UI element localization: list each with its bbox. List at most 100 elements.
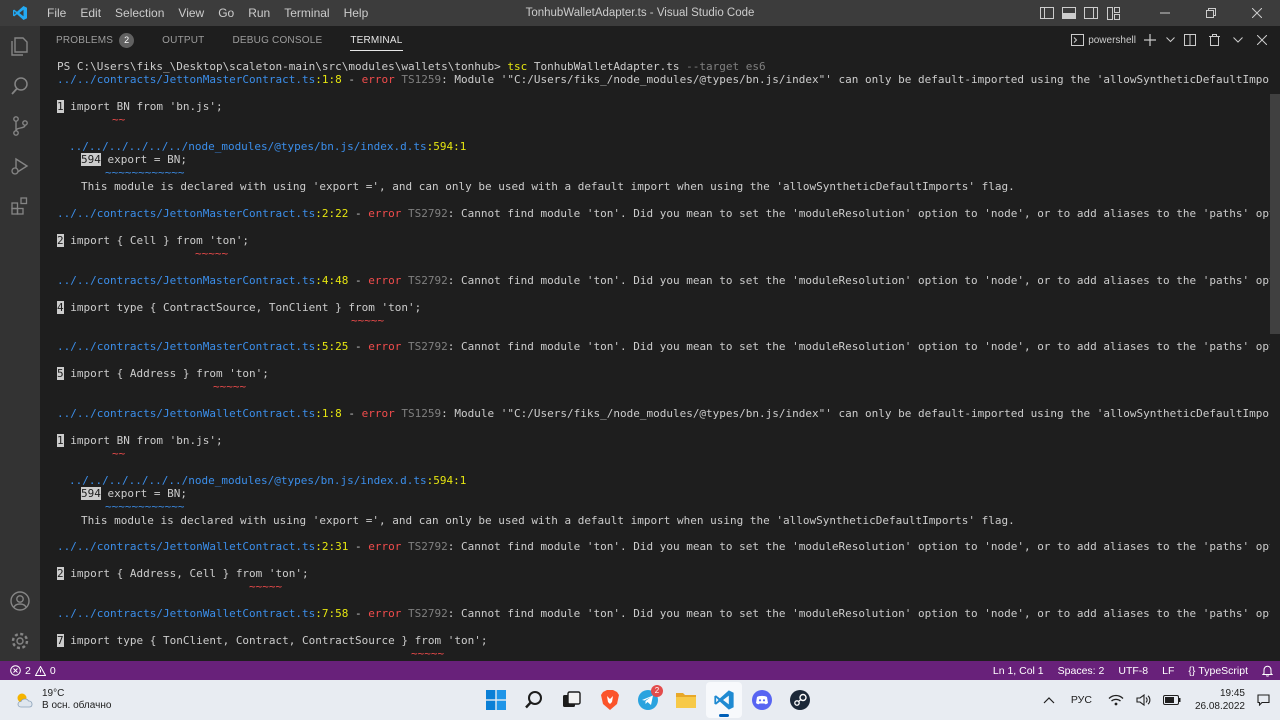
menu-terminal[interactable]: Terminal [277,0,336,26]
reference-squiggle: ~~~~~~~~~~~~ [105,500,185,513]
error-message: : Cannot find module 'ton'. Did you mean… [447,207,1270,220]
menu-file[interactable]: File [40,0,73,26]
terminal-shell-selector[interactable]: powershell [1071,29,1136,51]
toggle-secondary-sidebar-icon[interactable] [1080,0,1102,26]
source-code: import type { ContractSource, TonClient … [70,301,422,314]
language-mode[interactable]: {} TypeScript [1181,661,1255,680]
split-terminal-icon[interactable] [1180,29,1200,51]
toggle-panel-icon[interactable] [1058,0,1080,26]
clock-date: 26.08.2022 [1194,701,1245,712]
accounts-icon[interactable] [0,581,40,621]
menu-selection[interactable]: Selection [108,0,171,26]
note-line: This module is declared with using 'expo… [81,180,1015,193]
tray-overflow-chevron-icon[interactable] [1037,680,1061,720]
vscode-logo-icon[interactable] [0,0,40,26]
separator: - [341,407,362,420]
error-file-link[interactable]: ../../contracts/JettonWalletContract.ts [57,407,315,420]
tab-terminal-label: TERMINAL [350,34,403,46]
menu-view[interactable]: View [171,0,211,26]
notification-center-icon[interactable] [1253,680,1280,720]
reference-file-link[interactable]: ../../../../../../node_modules/@types/bn… [69,140,427,153]
terminal-prompt-line: PS C:\Users\fiks_\Desktop\scaleton-main\… [57,60,766,73]
run-debug-icon[interactable] [0,146,40,186]
manage-gear-icon[interactable] [0,621,40,661]
telegram-icon[interactable]: 2 [630,682,666,718]
terminal-scrollbar[interactable] [1270,94,1280,334]
menu-edit[interactable]: Edit [73,0,108,26]
menu-go[interactable]: Go [211,0,241,26]
battery-icon[interactable] [1157,680,1187,720]
reference-file-link[interactable]: ../../../../../../node_modules/@types/bn… [69,474,427,487]
error-code: TS2792 [408,607,448,620]
clock[interactable]: 19:45 26.08.2022 [1187,687,1253,713]
volume-icon[interactable] [1130,680,1157,720]
error-file-link[interactable]: ../../contracts/JettonMasterContract.ts [57,207,315,220]
error-file-link[interactable]: ../../contracts/JettonWalletContract.ts [57,607,315,620]
explorer-icon[interactable] [0,26,40,66]
temperature: 19°C [42,688,65,699]
brave-browser-icon[interactable] [592,682,628,718]
weather-widget[interactable]: 19°C В осн. облачно [14,680,111,720]
close-panel-icon[interactable] [1252,29,1272,51]
problems-status[interactable]: 2 0 [0,661,56,680]
vscode-taskbar-icon[interactable] [706,682,742,718]
task-view-icon[interactable] [554,682,590,718]
error-location: :2:22 [315,207,349,220]
tab-problems[interactable]: PROBLEMS 2 [40,26,146,54]
line-number: 2 [57,234,64,247]
terminal-output[interactable]: PS C:\Users\fiks_\Desktop\scaleton-main\… [40,54,1270,661]
file-explorer-icon[interactable] [668,682,704,718]
source-control-icon[interactable] [0,106,40,146]
reference-line: ../../../../../../node_modules/@types/bn… [69,140,466,153]
restore-icon[interactable] [1188,0,1234,26]
end-of-line[interactable]: LF [1155,661,1181,680]
cursor-position[interactable]: Ln 1, Col 1 [986,661,1051,680]
indentation[interactable]: Spaces: 2 [1051,661,1112,680]
menu-bar: File Edit Selection View Go Run Terminal… [40,0,375,26]
error-line: ../../contracts/JettonMasterContract.ts:… [57,340,1270,353]
error-line: ../../contracts/JettonMasterContract.ts:… [57,274,1270,287]
line-number: 1 [57,100,64,113]
tab-terminal[interactable]: TERMINAL [334,26,414,54]
steam-icon[interactable] [782,682,818,718]
kill-terminal-trash-icon[interactable] [1204,29,1224,51]
encoding[interactable]: UTF-8 [1111,661,1155,680]
command-args: --target es6 [686,60,766,73]
separator: - [348,207,369,220]
error-file-link[interactable]: ../../contracts/JettonWalletContract.ts [57,540,315,553]
error-label: error [368,274,402,287]
tab-debug-console-label: DEBUG CONSOLE [232,34,323,46]
reference-source-line: 594 export = BN; [81,487,187,500]
new-terminal-plus-icon[interactable] [1140,29,1160,51]
discord-icon[interactable] [744,682,780,718]
toggle-sidebar-icon[interactable] [1036,0,1058,26]
separator: - [341,73,362,86]
input-language[interactable]: РУС [1061,680,1102,720]
maximize-panel-chevron-icon[interactable] [1228,29,1248,51]
source-code: import { Cell } from 'ton'; [70,234,250,247]
extensions-icon[interactable] [0,186,40,226]
system-tray: РУС 19:45 26.08.2022 [1037,680,1280,720]
error-file-link[interactable]: ../../contracts/JettonMasterContract.ts [57,274,315,287]
activity-bar [0,26,40,661]
notifications-bell-icon[interactable] [1255,661,1280,680]
wifi-icon[interactable] [1102,680,1130,720]
search-icon[interactable] [516,682,552,718]
customize-layout-icon[interactable] [1102,0,1124,26]
search-icon[interactable] [0,66,40,106]
menu-help[interactable]: Help [337,0,376,26]
error-file-link[interactable]: ../../contracts/JettonMasterContract.ts [57,73,315,86]
panel-actions: powershell [1071,26,1272,54]
error-file-link[interactable]: ../../contracts/JettonMasterContract.ts [57,340,315,353]
minimize-icon[interactable] [1142,0,1188,26]
menu-run[interactable]: Run [241,0,277,26]
error-label: error [368,607,402,620]
tab-output[interactable]: OUTPUT [146,26,216,54]
error-message: : Cannot find module 'ton'. Did you mean… [447,340,1270,353]
partly-cloudy-icon [17,693,33,708]
close-icon[interactable] [1234,0,1280,26]
start-windows-icon[interactable] [478,682,514,718]
terminal-dropdown-chevron-icon[interactable] [1164,29,1176,51]
tab-debug-console[interactable]: DEBUG CONSOLE [216,26,334,54]
tab-output-label: OUTPUT [162,34,205,46]
